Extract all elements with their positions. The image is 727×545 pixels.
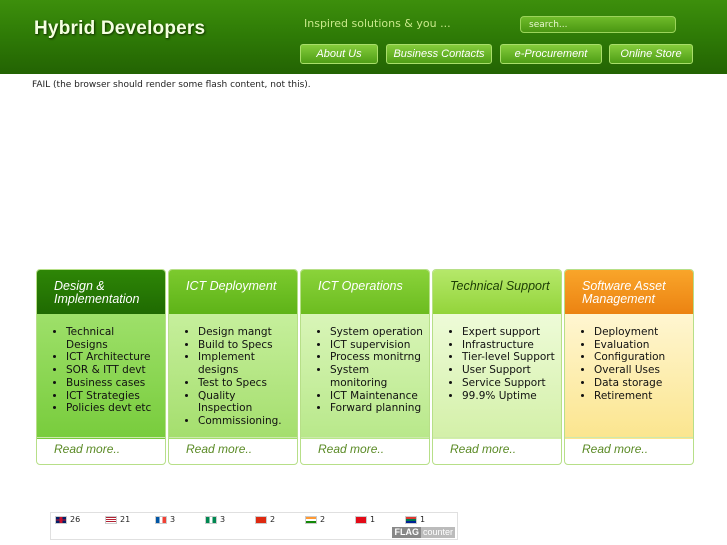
service-column-design: Design & Implementation Technical Design… <box>36 269 166 465</box>
read-more-link[interactable]: Read more.. <box>301 437 429 464</box>
flag-counter-entry: 2 <box>255 515 275 524</box>
column-body: Design mangt Build to Specs Implement de… <box>169 314 297 439</box>
flag-count: 3 <box>220 515 226 524</box>
list-item: ICT Maintenance <box>330 390 423 403</box>
service-column-operations: ICT Operations System operation ICT supe… <box>300 269 430 465</box>
service-column-deployment: ICT Deployment Design mangt Build to Spe… <box>168 269 298 465</box>
brand-logo[interactable]: Hybrid Developers <box>34 18 205 40</box>
flag-counter-entry: 21 <box>105 515 130 524</box>
search-input[interactable] <box>520 16 676 33</box>
column-title: ICT Deployment <box>169 270 297 314</box>
read-more-link[interactable]: Read more.. <box>37 437 165 464</box>
list-item: ICT Architecture <box>66 351 159 364</box>
list-item: Data storage <box>594 377 687 390</box>
list-item: SOR & ITT devt <box>66 364 159 377</box>
list-item: Deployment <box>594 326 687 339</box>
column-body: Deployment Evaluation Configuration Over… <box>565 314 693 439</box>
nav-business-contacts[interactable]: Business Contacts <box>386 44 492 64</box>
list-item: Infrastructure <box>462 339 555 352</box>
list-item: Design mangt <box>198 326 291 339</box>
service-list: Technical Designs ICT Architecture SOR &… <box>55 326 159 415</box>
column-title: Design & Implementation <box>37 270 165 314</box>
list-item: Retirement <box>594 390 687 403</box>
list-item: System monitoring <box>330 364 423 389</box>
flag-count: 21 <box>120 515 131 524</box>
list-item: 99.9% Uptime <box>462 390 555 403</box>
flag-count: 3 <box>170 515 176 524</box>
list-item: Commissioning. <box>198 415 291 428</box>
list-item: Process monitrng <box>330 351 423 364</box>
tagline: Inspired solutions & you ... <box>304 17 451 30</box>
flag-counter-entry: 2 <box>305 515 325 524</box>
flag-count: 1 <box>370 515 376 524</box>
flag-counter-widget[interactable]: 26 21 3 3 2 2 1 1 FLAG counter <box>50 512 458 540</box>
list-item: Test to Specs <box>198 377 291 390</box>
service-column-support: Technical Support Expert support Infrast… <box>432 269 562 465</box>
flag-counter-logo[interactable]: FLAG counter <box>392 527 455 538</box>
nav-about-us[interactable]: About Us <box>300 44 378 64</box>
service-list: Expert support Infrastructure Tier-level… <box>451 326 555 402</box>
list-item: Policies devt etc <box>66 402 159 415</box>
flag-counter-entry: 26 <box>55 515 80 524</box>
list-item: Build to Specs <box>198 339 291 352</box>
flag-count: 1 <box>420 515 426 524</box>
turkey-flag-icon <box>355 515 367 524</box>
column-body: Technical Designs ICT Architecture SOR &… <box>37 314 165 439</box>
nigeria-flag-icon <box>205 515 217 524</box>
nav-online-store[interactable]: Online Store <box>609 44 693 64</box>
list-item: Configuration <box>594 351 687 364</box>
read-more-link[interactable]: Read more.. <box>169 437 297 464</box>
list-item: Expert support <box>462 326 555 339</box>
flag-counter-logo-counter: counter <box>420 527 455 538</box>
column-title: Technical Support <box>433 270 561 314</box>
list-item: Tier-level Support <box>462 351 555 364</box>
flag-counter-entry: 3 <box>155 515 175 524</box>
flag-count: 2 <box>270 515 276 524</box>
list-item: Evaluation <box>594 339 687 352</box>
india-flag-icon <box>305 515 317 524</box>
list-item: Service Support <box>462 377 555 390</box>
list-item: System operation <box>330 326 423 339</box>
list-item: ICT supervision <box>330 339 423 352</box>
list-item: Technical Designs <box>66 326 159 351</box>
list-item: ICT Strategies <box>66 390 159 403</box>
flash-fallback-notice: FAIL (the browser should render some fla… <box>32 80 311 90</box>
china-flag-icon <box>255 515 267 524</box>
site-header: Hybrid Developers Inspired solutions & y… <box>0 0 727 74</box>
service-list: Deployment Evaluation Configuration Over… <box>583 326 687 402</box>
flag-counter-entry: 1 <box>355 515 375 524</box>
column-title: ICT Operations <box>301 270 429 314</box>
flag-counter-entry: 1 <box>405 515 425 524</box>
list-item: Implement designs <box>198 351 291 376</box>
list-item: Quality Inspection <box>198 390 291 415</box>
south-africa-flag-icon <box>405 515 417 524</box>
read-more-link[interactable]: Read more.. <box>433 437 561 464</box>
france-flag-icon <box>155 515 167 524</box>
flag-count: 26 <box>70 515 81 524</box>
us-flag-icon <box>105 515 117 524</box>
list-item: Overall Uses <box>594 364 687 377</box>
list-item: User Support <box>462 364 555 377</box>
list-item: Business cases <box>66 377 159 390</box>
column-title: Software Asset Management <box>565 270 693 314</box>
uk-flag-icon <box>55 515 67 524</box>
column-body: Expert support Infrastructure Tier-level… <box>433 314 561 439</box>
flag-counter-entry: 3 <box>205 515 225 524</box>
read-more-link[interactable]: Read more.. <box>565 437 693 464</box>
flag-count: 2 <box>320 515 326 524</box>
service-list: System operation ICT supervision Process… <box>319 326 423 415</box>
flag-counter-logo-flag: FLAG <box>392 527 421 538</box>
service-list: Design mangt Build to Specs Implement de… <box>187 326 291 428</box>
list-item: Forward planning <box>330 402 423 415</box>
service-column-asset-management: Software Asset Management Deployment Eva… <box>564 269 694 465</box>
column-body: System operation ICT supervision Process… <box>301 314 429 439</box>
nav-e-procurement[interactable]: e-Procurement <box>500 44 602 64</box>
